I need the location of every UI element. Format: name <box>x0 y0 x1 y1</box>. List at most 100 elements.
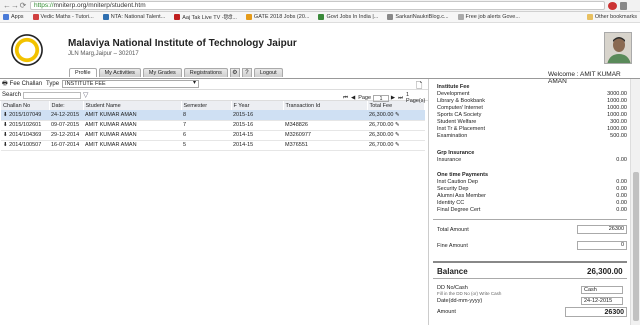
amount-label: Amount <box>437 309 456 315</box>
last-page-icon[interactable]: ⏭ <box>398 95 403 102</box>
bookmark-item[interactable]: Aaj Tak Live TV -हिंदी... <box>174 13 237 21</box>
fee-row: Identity CC 0.00 <box>437 200 627 206</box>
extension-icon[interactable] <box>608 1 617 10</box>
bookmark-item[interactable]: Free job alerts Gove... <box>457 14 520 20</box>
name-cell: AMIT KUMAR AMAN <box>83 130 181 141</box>
date-input[interactable]: 24-12-2015 <box>581 297 623 305</box>
address-bar[interactable]: https:// mniterp.org /mniterp/student.ht… <box>30 1 605 10</box>
tab-my-grades[interactable]: My Grades <box>142 68 182 77</box>
fee-cell: 26,700.00 ✎ <box>367 140 425 151</box>
date-cell: 29-12-2014 <box>49 130 83 141</box>
amount-input[interactable]: 26300 <box>565 307 627 317</box>
scrollbar-thumb[interactable] <box>633 172 639 321</box>
bookmark-item[interactable]: GATE 2018 Jobs (20... <box>245 14 309 20</box>
tab-profile[interactable]: Profile <box>69 68 97 77</box>
semester-cell: 5 <box>181 140 231 151</box>
settings-icon[interactable]: ⚙ <box>229 68 240 77</box>
fine-amount-input[interactable]: 0 <box>577 241 627 250</box>
divider <box>433 278 627 279</box>
reload-icon[interactable]: ⟳ <box>19 1 27 10</box>
bookmark-item[interactable]: NTA: National Talent... <box>102 14 166 20</box>
challan-cell[interactable]: ⬇ 2015/107049 <box>1 110 49 121</box>
edit-icon[interactable]: ✎ <box>395 122 400 128</box>
fee-row: Development 3000.00 <box>437 91 627 97</box>
column-header[interactable]: Semester <box>181 101 232 110</box>
fee-value: 0.00 <box>616 207 627 213</box>
balance-label: Balance <box>437 267 468 276</box>
bookmark-item[interactable]: Vedic Maths - Tutori... <box>32 14 94 20</box>
search-input[interactable] <box>23 91 82 99</box>
table-row[interactable]: ⬇ 2014/100507 16-07-2014 AMIT KUMAR AMAN… <box>1 140 425 151</box>
dd-input[interactable]: Cash <box>581 286 623 294</box>
challan-table: Challan No Date: Student Name Semester F… <box>1 101 425 151</box>
column-header[interactable]: Challan No <box>1 101 50 110</box>
bookmark-label: NTA: National Talent... <box>110 14 166 20</box>
fee-label: Examination <box>437 133 468 139</box>
bookmark-label: Free job alerts Gove... <box>465 14 520 20</box>
avatar-icon <box>605 33 631 63</box>
tab-my-activities[interactable]: My Activities <box>98 68 141 77</box>
fee-challan-label: Fee Challan <box>9 81 43 87</box>
forward-icon[interactable]: → <box>11 1 19 10</box>
fee-label: Alumni Ass Member <box>437 193 486 199</box>
browser-toolbar: ← → ⟳ https:// mniterp.org /mniterp/stud… <box>0 0 640 12</box>
download-icon[interactable]: ⬇ <box>3 132 8 138</box>
fee-value: 0.00 <box>616 157 627 163</box>
fee-label: Security Dep <box>437 186 469 192</box>
challan-cell[interactable]: ⬇ 2015/102601 <box>1 120 49 131</box>
bookmark-item[interactable]: SarkariNaukriBlog.c... <box>387 14 449 20</box>
page-input[interactable]: 1 <box>373 94 389 102</box>
favicon-icon <box>457 14 464 20</box>
help-icon[interactable]: ? <box>241 68 252 77</box>
fee-label: Inst Caution Dep <box>437 179 478 185</box>
fee-label: Computer/ Internet <box>437 105 483 111</box>
divider <box>433 219 627 220</box>
table-row[interactable]: ⬇ 2015/102601 09-07-2015 AMIT KUMAR AMAN… <box>1 120 425 131</box>
url-scheme: https:// <box>34 2 54 9</box>
fee-type-select[interactable]: INSTITUTE FEE <box>62 80 200 88</box>
next-page-icon[interactable]: ▶ <box>391 95 395 101</box>
fee-row: Final Degree Cert 0.00 <box>437 207 627 213</box>
filter-icon[interactable]: ▽ <box>83 91 88 99</box>
fee-value: 0.00 <box>616 179 627 185</box>
first-page-icon[interactable]: ⏮ <box>343 95 348 102</box>
back-icon[interactable]: ← <box>3 1 11 10</box>
fee-label: Development <box>437 91 470 97</box>
bookmark-item[interactable]: Govt Jobs In India |... <box>318 14 378 20</box>
menu-icon[interactable] <box>620 1 627 10</box>
edit-icon[interactable]: ✎ <box>395 112 400 118</box>
fee-label: Student Welfare <box>437 119 477 125</box>
prev-page-icon[interactable]: ◀ <box>351 95 355 101</box>
download-icon[interactable]: ⬇ <box>3 142 8 148</box>
favicon-icon <box>245 14 252 20</box>
table-row[interactable]: ⬇ 2015/107049 24-12-2015 AMIT KUMAR AMAN… <box>1 110 425 121</box>
institute-fee-title: Institute Fee <box>437 84 470 90</box>
total-amount-label: Total Amount <box>437 227 469 233</box>
challan-cell[interactable]: ⬇ 2014/100507 <box>1 140 49 151</box>
edit-icon[interactable]: ✎ <box>395 132 400 138</box>
fee-row: Inst Caution Dep 0.00 <box>437 179 627 185</box>
column-header[interactable]: Date: <box>49 101 84 110</box>
fyear-cell: 2015-16 <box>231 120 283 131</box>
tab-registrations[interactable]: Registrations <box>183 68 228 77</box>
txn-cell: M348826 <box>283 120 367 131</box>
scrollbar[interactable] <box>630 79 640 325</box>
table-row[interactable]: ⬇ 2014/104369 29-12-2014 AMIT KUMAR AMAN… <box>1 130 425 141</box>
column-header[interactable]: Student Name <box>83 101 182 110</box>
edit-icon[interactable]: ✎ <box>395 142 400 148</box>
bookmark-apps[interactable]: Apps <box>3 14 24 20</box>
challan-no: 2014/100507 <box>9 142 42 148</box>
txn-cell: M3260977 <box>283 130 367 141</box>
download-icon[interactable]: ⬇ <box>3 122 8 128</box>
txn-cell <box>283 110 367 121</box>
institute-logo <box>8 31 46 69</box>
download-icon[interactable]: ⬇ <box>3 112 8 118</box>
fee-value: 26,300.00 <box>369 111 394 118</box>
fee-row: Alumni Ass Member 0.00 <box>437 193 627 199</box>
challan-cell[interactable]: ⬇ 2014/104369 <box>1 130 49 141</box>
column-header[interactable]: F Year <box>231 101 284 110</box>
other-bookmarks[interactable]: Other bookmarks <box>586 14 637 20</box>
bookmark-label: Govt Jobs In India |... <box>326 14 379 20</box>
type-label: Type <box>46 81 60 87</box>
tab-logout[interactable]: Logout <box>253 68 283 77</box>
